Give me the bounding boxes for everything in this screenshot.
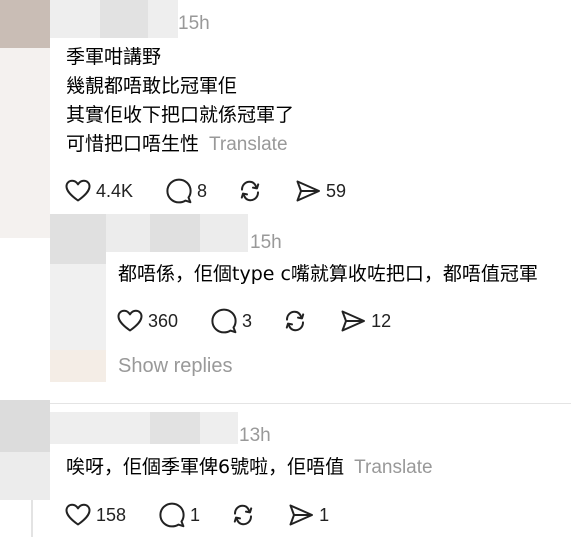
share-button[interactable]: 59 xyxy=(295,176,346,206)
repost-button[interactable] xyxy=(230,500,256,530)
repost-icon xyxy=(240,180,260,202)
username[interactable] xyxy=(50,412,238,444)
share-button[interactable]: 12 xyxy=(340,306,391,336)
avatar[interactable] xyxy=(50,214,106,264)
thread-line xyxy=(31,500,33,537)
avatar-blur-fill xyxy=(0,48,50,238)
repost-button[interactable] xyxy=(237,176,263,206)
send-icon xyxy=(289,504,314,526)
avatar[interactable] xyxy=(0,0,50,48)
send-icon xyxy=(296,180,321,202)
send-icon xyxy=(341,310,366,332)
share-button[interactable]: 1 xyxy=(288,500,329,530)
comment-bubble-icon xyxy=(159,502,185,528)
comment-text-line: 幾靚都唔敢比冠軍佢 xyxy=(66,75,238,97)
comment-bubble-icon xyxy=(166,178,192,204)
action-bar: 4.4K 8 59 xyxy=(65,176,346,206)
divider xyxy=(50,403,571,404)
heart-icon xyxy=(65,503,91,526)
comment-text-line: 可惜把口唔生性 xyxy=(66,133,200,155)
avatar-blur-fill xyxy=(0,452,50,500)
reply-count: 8 xyxy=(197,180,208,201)
like-button[interactable]: 360 xyxy=(117,306,178,336)
share-count: 1 xyxy=(319,504,330,525)
translate-link[interactable]: Translate xyxy=(209,134,288,155)
translate-link[interactable]: Translate xyxy=(354,457,433,478)
like-button[interactable]: 4.4K xyxy=(65,176,133,206)
comment-text-line: 都唔係，佢個type c嘴就算收咗把口，都唔值冠軍 xyxy=(118,263,538,285)
comment-text-line: 季軍咁講野 xyxy=(66,46,162,68)
like-count: 158 xyxy=(96,504,127,525)
heart-icon xyxy=(65,179,91,202)
username-blur-block xyxy=(150,412,200,444)
reply-button[interactable]: 1 xyxy=(159,500,200,530)
share-count: 59 xyxy=(326,180,347,201)
repost-icon xyxy=(285,310,305,332)
like-count: 4.4K xyxy=(96,180,134,201)
avatar-blur-fill xyxy=(50,350,106,382)
action-bar: 158 1 1 xyxy=(65,500,329,530)
comment-bubble-icon xyxy=(211,308,237,334)
like-button[interactable]: 158 xyxy=(65,500,126,530)
timestamp[interactable]: 13h xyxy=(239,425,271,447)
timestamp[interactable]: 15h xyxy=(250,232,282,254)
reply-count: 1 xyxy=(190,504,201,525)
repost-icon xyxy=(233,504,253,526)
comment-text-line: 唉呀，佢個季軍俾6號啦，佢唔值 xyxy=(66,456,345,478)
share-count: 12 xyxy=(371,310,392,331)
timestamp[interactable]: 15h xyxy=(178,13,210,35)
comment-text-line: 其實佢收下把口就係冠軍了 xyxy=(66,104,295,126)
username-blur-block xyxy=(150,214,200,252)
username-blur-block xyxy=(100,0,148,38)
avatar[interactable] xyxy=(0,400,50,452)
reply-button[interactable]: 3 xyxy=(211,306,252,336)
comment-text-row: 唉呀，佢個季軍俾6號啦，佢唔值 Translate xyxy=(66,453,433,482)
reply-button[interactable]: 8 xyxy=(166,176,207,206)
show-replies-link[interactable]: Show replies xyxy=(118,355,233,378)
avatar-blur-fill xyxy=(50,264,106,350)
heart-icon xyxy=(117,309,143,332)
like-count: 360 xyxy=(148,310,179,331)
reply-count: 3 xyxy=(242,310,253,331)
action-bar: 360 3 12 xyxy=(117,306,391,336)
repost-button[interactable] xyxy=(282,306,308,336)
comment-text-last-row: 可惜把口唔生性 Translate xyxy=(66,130,288,159)
